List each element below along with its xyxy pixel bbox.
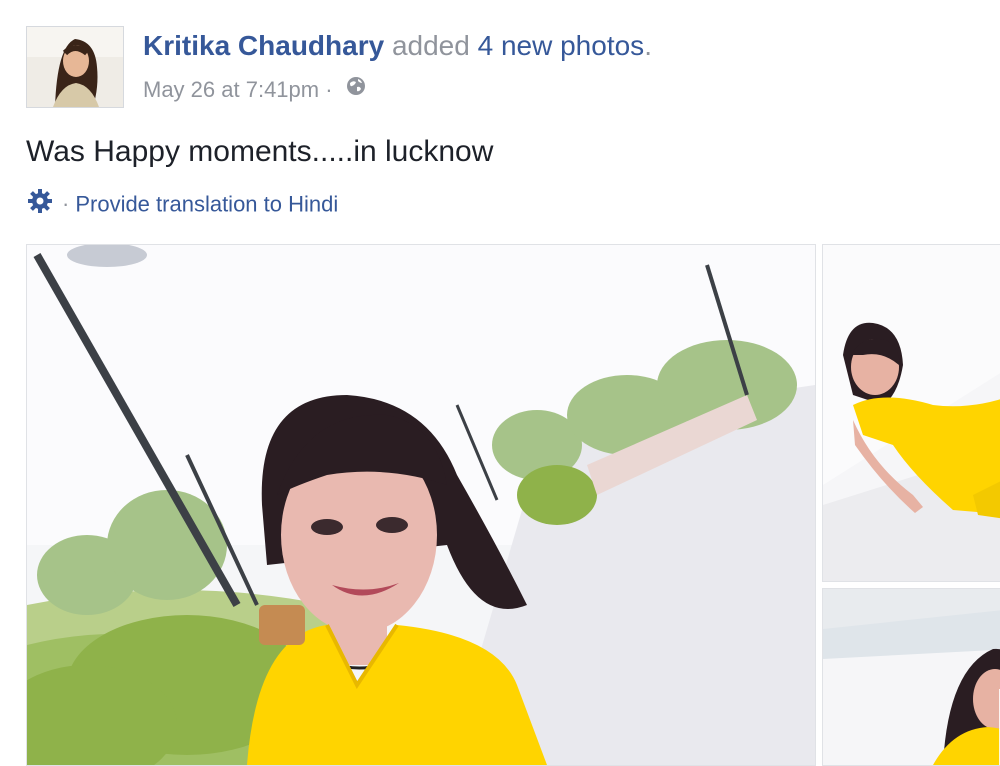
author-avatar[interactable]: [26, 26, 124, 108]
gear-icon[interactable]: [26, 188, 54, 223]
translation-row: · Provide translation to Hindi: [26, 188, 338, 223]
photo-1-image: [27, 245, 815, 765]
photo-1[interactable]: [26, 244, 816, 766]
action-suffix: .: [644, 30, 652, 61]
photo-2[interactable]: [822, 244, 1000, 582]
action-text: added: [391, 30, 470, 61]
translate-separator: ·: [62, 191, 70, 217]
post-timestamp[interactable]: May 26 at 7:41pm: [143, 77, 319, 102]
photo-3[interactable]: [822, 588, 1000, 766]
avatar-image: [27, 27, 123, 107]
provide-translation-link[interactable]: Provide translation to Hindi: [75, 191, 338, 216]
post-meta: May 26 at 7:41pm ·: [143, 74, 367, 105]
meta-separator: ·: [325, 77, 333, 103]
photo-3-image: [823, 589, 1000, 765]
post-header: Kritika Chaudhary added 4 new photos.: [143, 24, 652, 68]
author-name-link[interactable]: Kritika Chaudhary: [143, 30, 384, 61]
post-body-text: Was Happy moments.....in lucknow: [26, 135, 494, 168]
globe-icon[interactable]: [345, 75, 367, 105]
new-photos-link[interactable]: 4 new photos: [478, 30, 645, 61]
photo-2-image: [823, 245, 1000, 581]
